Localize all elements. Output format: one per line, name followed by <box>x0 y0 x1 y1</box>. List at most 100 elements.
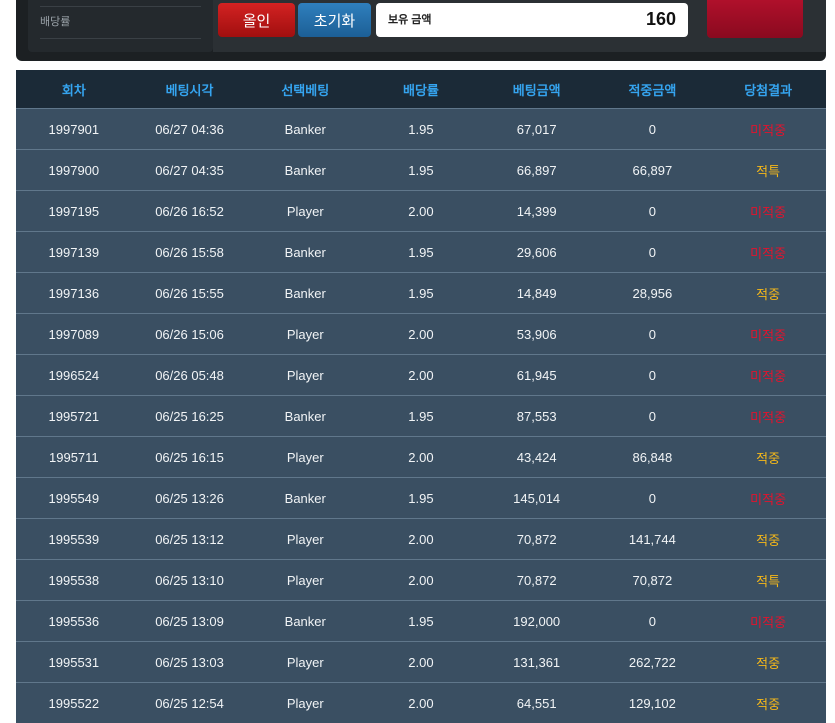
cell-payout: 0 <box>595 478 711 519</box>
cell-round: 1995711 <box>16 437 132 478</box>
cell-payout: 66,897 <box>595 150 711 191</box>
cell-pick: Player <box>247 642 363 683</box>
bet-history-table: 회차 베팅시각 선택베팅 배당률 베팅금액 적중금액 당첨결과 19979010… <box>16 70 826 723</box>
cell-pick: Player <box>247 560 363 601</box>
column-header-result: 당첨결과 <box>710 70 826 109</box>
cell-time: 06/25 13:03 <box>132 642 248 683</box>
cell-pick: Banker <box>247 150 363 191</box>
cell-odds: 2.00 <box>363 560 479 601</box>
cell-odds: 2.00 <box>363 191 479 232</box>
table-row: 199572106/25 16:25Banker1.9587,5530미적중 <box>16 396 826 437</box>
table-row: 199553606/25 13:09Banker1.95192,0000미적중 <box>16 601 826 642</box>
cell-odds: 1.95 <box>363 109 479 150</box>
cell-time: 06/25 16:25 <box>132 396 248 437</box>
bet-controls: 올인 초기화 보유 금액 160 <box>213 0 826 52</box>
divider <box>40 6 201 7</box>
odds-info-box: 배당률 <box>28 0 213 52</box>
cell-round: 1997139 <box>16 232 132 273</box>
cell-bet: 145,014 <box>479 478 595 519</box>
cell-payout: 0 <box>595 191 711 232</box>
cell-odds: 1.95 <box>363 273 479 314</box>
table-row: 199552206/25 12:54Player2.0064,551129,10… <box>16 683 826 723</box>
cell-bet: 64,551 <box>479 683 595 723</box>
cell-bet: 61,945 <box>479 355 595 396</box>
cell-time: 06/25 16:15 <box>132 437 248 478</box>
column-header-time: 베팅시각 <box>132 70 248 109</box>
cell-time: 06/25 13:26 <box>132 478 248 519</box>
cell-payout: 0 <box>595 314 711 355</box>
cell-odds: 2.00 <box>363 683 479 723</box>
cell-result: 미적중 <box>710 314 826 355</box>
cell-bet: 70,872 <box>479 560 595 601</box>
cell-payout: 141,744 <box>595 519 711 560</box>
cell-pick: Player <box>247 355 363 396</box>
table-row: 199554906/25 13:26Banker1.95145,0140미적중 <box>16 478 826 519</box>
cell-result: 미적중 <box>710 601 826 642</box>
cell-time: 06/25 12:54 <box>132 683 248 723</box>
cell-bet: 67,017 <box>479 109 595 150</box>
cell-bet: 14,399 <box>479 191 595 232</box>
table-body: 199790106/27 04:36Banker1.9567,0170미적중19… <box>16 109 826 723</box>
cell-result: 적특 <box>710 560 826 601</box>
cell-odds: 1.95 <box>363 396 479 437</box>
cell-result: 적특 <box>710 150 826 191</box>
cell-odds: 2.00 <box>363 355 479 396</box>
cell-bet: 87,553 <box>479 396 595 437</box>
column-header-round: 회차 <box>16 70 132 109</box>
cell-odds: 1.95 <box>363 478 479 519</box>
cell-bet: 192,000 <box>479 601 595 642</box>
cell-payout: 262,722 <box>595 642 711 683</box>
cell-round: 1995531 <box>16 642 132 683</box>
cell-pick: Banker <box>247 601 363 642</box>
cell-round: 1997901 <box>16 109 132 150</box>
cell-odds: 2.00 <box>363 437 479 478</box>
cell-payout: 129,102 <box>595 683 711 723</box>
cell-round: 1997195 <box>16 191 132 232</box>
cell-payout: 0 <box>595 355 711 396</box>
cell-round: 1997136 <box>16 273 132 314</box>
reset-button[interactable]: 초기화 <box>298 3 371 37</box>
cell-bet: 53,906 <box>479 314 595 355</box>
table-header-row: 회차 베팅시각 선택베팅 배당률 베팅금액 적중금액 당첨결과 <box>16 70 826 109</box>
cell-pick: Banker <box>247 232 363 273</box>
place-bet-button[interactable] <box>707 0 803 38</box>
cell-payout: 0 <box>595 396 711 437</box>
cell-time: 06/25 13:10 <box>132 560 248 601</box>
cell-round: 1995539 <box>16 519 132 560</box>
table-row: 199719506/26 16:52Player2.0014,3990미적중 <box>16 191 826 232</box>
cell-payout: 86,848 <box>595 437 711 478</box>
odds-label: 배당률 <box>40 13 70 29</box>
cell-odds: 1.95 <box>363 150 479 191</box>
cell-result: 미적중 <box>710 191 826 232</box>
table-row: 199790006/27 04:35Banker1.9566,89766,897… <box>16 150 826 191</box>
cell-round: 1995721 <box>16 396 132 437</box>
table-row: 199713906/26 15:58Banker1.9529,6060미적중 <box>16 232 826 273</box>
cell-payout: 70,872 <box>595 560 711 601</box>
cell-odds: 1.95 <box>363 601 479 642</box>
cell-odds: 2.00 <box>363 642 479 683</box>
cell-round: 1995538 <box>16 560 132 601</box>
cell-result: 미적중 <box>710 355 826 396</box>
cell-result: 미적중 <box>710 109 826 150</box>
cell-time: 06/26 15:06 <box>132 314 248 355</box>
balance-value: 160 <box>646 9 676 30</box>
cell-payout: 28,956 <box>595 273 711 314</box>
cell-bet: 14,849 <box>479 273 595 314</box>
table-row: 199553806/25 13:10Player2.0070,87270,872… <box>16 560 826 601</box>
table-row: 199790106/27 04:36Banker1.9567,0170미적중 <box>16 109 826 150</box>
cell-bet: 43,424 <box>479 437 595 478</box>
cell-round: 1995522 <box>16 683 132 723</box>
allin-button[interactable]: 올인 <box>218 3 295 37</box>
table-row: 199713606/26 15:55Banker1.9514,84928,956… <box>16 273 826 314</box>
cell-pick: Player <box>247 191 363 232</box>
cell-odds: 2.00 <box>363 314 479 355</box>
cell-round: 1997089 <box>16 314 132 355</box>
cell-bet: 29,606 <box>479 232 595 273</box>
column-header-payout: 적중금액 <box>595 70 711 109</box>
cell-bet: 66,897 <box>479 150 595 191</box>
divider <box>40 38 201 39</box>
table-row: 199571106/25 16:15Player2.0043,42486,848… <box>16 437 826 478</box>
cell-result: 미적중 <box>710 232 826 273</box>
cell-odds: 2.00 <box>363 519 479 560</box>
cell-time: 06/26 05:48 <box>132 355 248 396</box>
